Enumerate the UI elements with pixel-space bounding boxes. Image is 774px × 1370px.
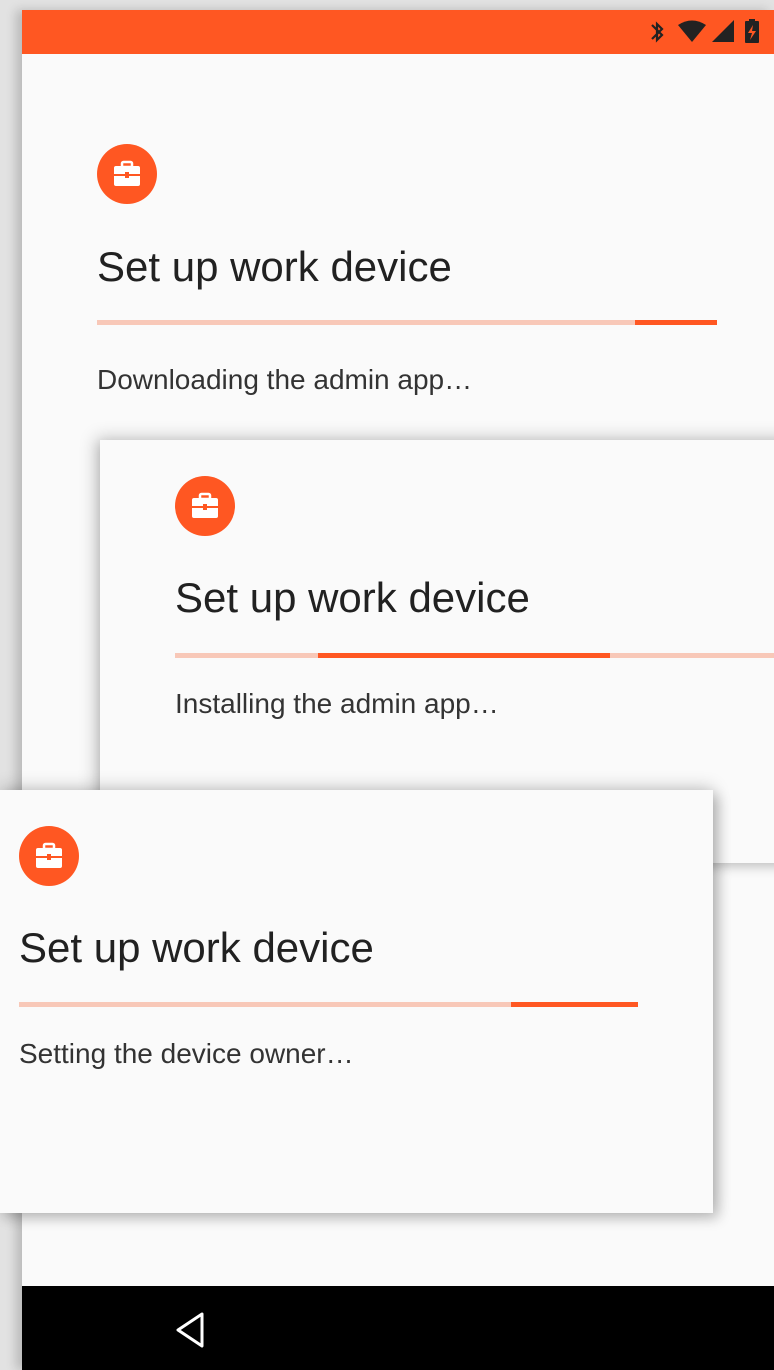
wifi-icon	[678, 20, 706, 42]
progress-bar	[19, 1002, 638, 1007]
setup-screen-device-owner: Set up work device Setting the device ow…	[0, 790, 713, 1213]
bluetooth-icon	[651, 21, 664, 43]
briefcase-icon	[175, 476, 235, 536]
briefcase-icon	[97, 144, 157, 204]
progress-bar	[175, 653, 774, 658]
cell-signal-icon	[712, 20, 734, 42]
status-message: Downloading the admin app…	[97, 364, 473, 395]
navigation-bar	[22, 1286, 774, 1370]
battery-charging-icon	[745, 19, 759, 43]
setup-screen-downloading: Set up work device Downloading the admin…	[22, 54, 774, 474]
progress-bar	[97, 320, 717, 325]
page-title: Set up work device	[175, 574, 530, 621]
briefcase-icon	[19, 826, 79, 886]
page-title: Set up work device	[97, 243, 452, 290]
progress-indicator	[318, 653, 610, 658]
status-bar	[22, 10, 774, 54]
status-icons	[651, 19, 759, 43]
status-message: Setting the device owner…	[19, 1038, 354, 1069]
progress-indicator	[511, 1002, 638, 1007]
status-message: Installing the admin app…	[175, 688, 499, 719]
back-icon[interactable]	[172, 1310, 208, 1350]
progress-indicator	[635, 320, 717, 325]
page-title: Set up work device	[19, 924, 374, 971]
